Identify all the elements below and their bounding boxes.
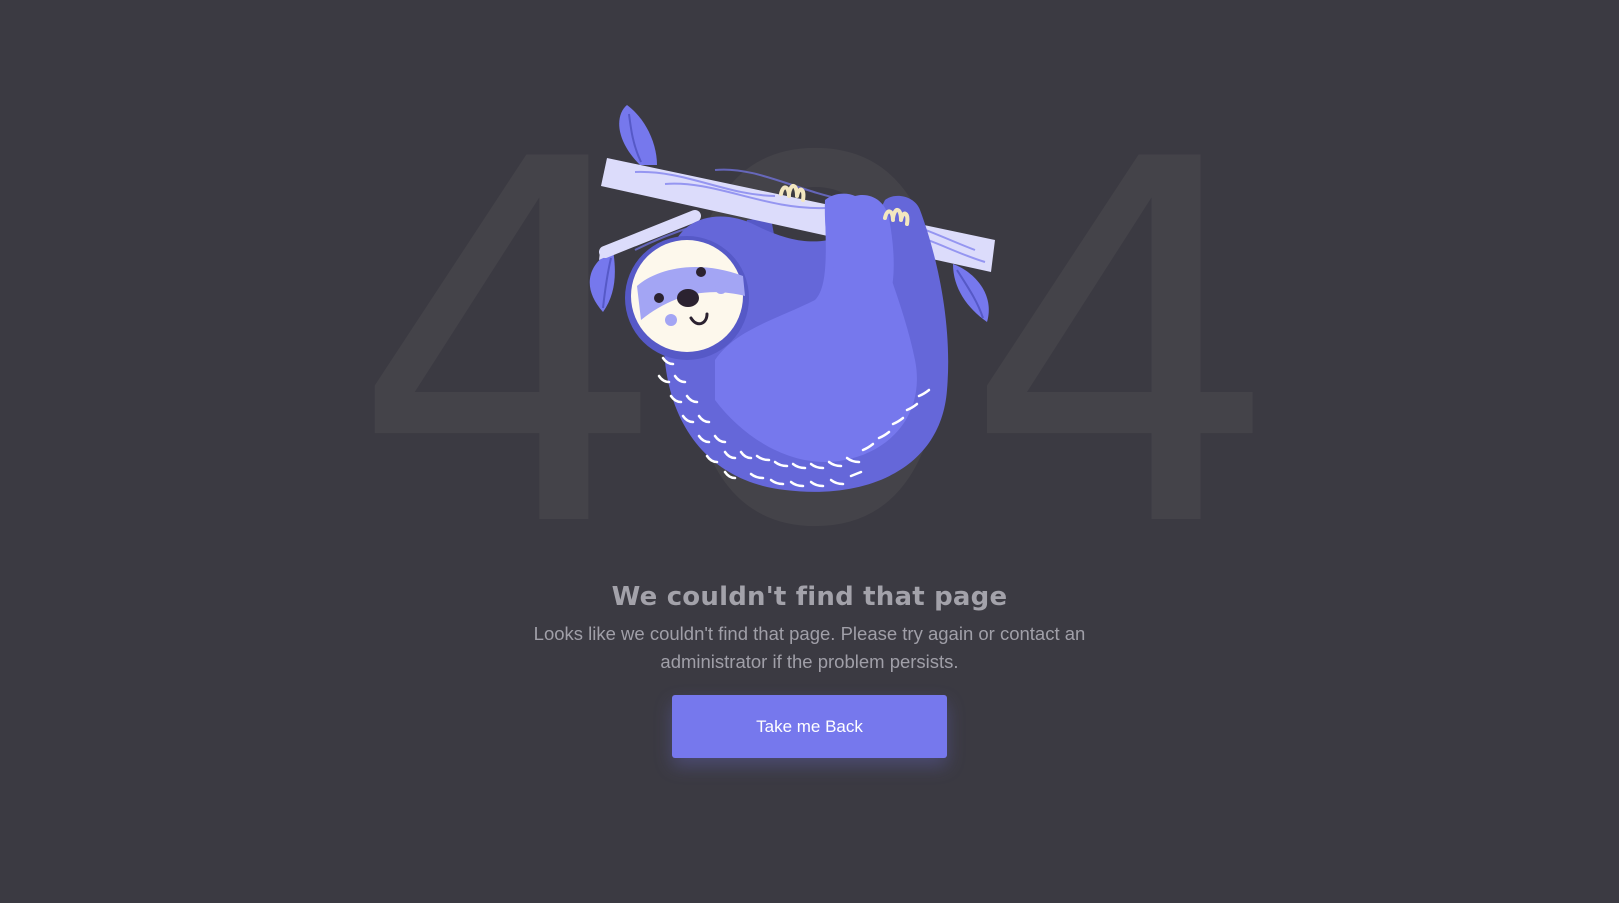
error-message: Looks like we couldn't find that page. P… [533, 623, 1086, 672]
page-title: We couldn't find that page [611, 582, 1008, 612]
not-found-page: 404 [0, 0, 1619, 903]
sloth-hanging-on-branch-icon [589, 105, 995, 492]
take-me-back-button[interactable]: Take me Back [672, 695, 947, 758]
